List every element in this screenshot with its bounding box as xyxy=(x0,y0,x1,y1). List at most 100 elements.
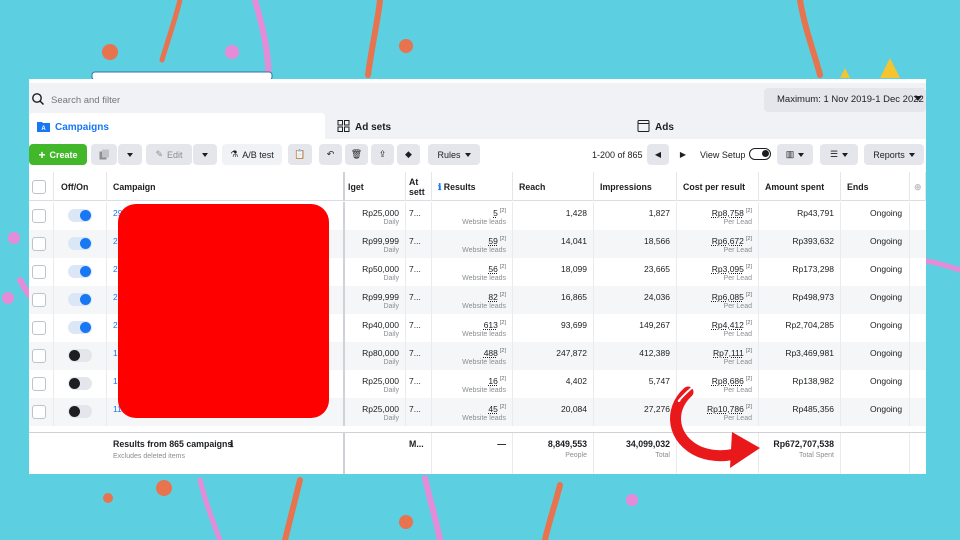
row-results-subtext: Website leads xyxy=(462,303,506,310)
export-button[interactable]: ⇪ xyxy=(371,144,394,165)
search-input[interactable] xyxy=(51,89,651,111)
campaign-toggle[interactable] xyxy=(68,349,92,362)
row-select-cell xyxy=(29,202,54,230)
footer-attribution-value: M... xyxy=(409,439,424,449)
add-column-button[interactable]: ⊕ xyxy=(910,172,926,201)
footnote-marker: [2] xyxy=(745,208,752,215)
row-ends-cell: Ongoing xyxy=(841,202,910,230)
footnote-marker: [2] xyxy=(745,264,752,271)
campaign-toggle[interactable] xyxy=(68,321,92,334)
row-select-cell xyxy=(29,258,54,286)
campaign-toggle[interactable] xyxy=(68,237,92,250)
table-header: Off/On Campaign lget At sett ℹ Results R… xyxy=(29,172,926,201)
column-header-reach[interactable]: Reach xyxy=(513,172,594,201)
column-header-label: Cost per result xyxy=(683,182,746,192)
duplicate-button[interactable] xyxy=(91,144,117,165)
chevron-down-icon xyxy=(914,96,922,101)
tag-button[interactable]: ◆ xyxy=(397,144,420,165)
column-header-attribution[interactable]: At sett xyxy=(406,172,432,201)
row-checkbox[interactable] xyxy=(32,349,46,363)
trash-icon: 🗑 xyxy=(350,149,363,159)
row-reach-value: 93,699 xyxy=(561,320,587,330)
column-header-budget[interactable]: lget xyxy=(345,172,406,201)
row-spent-value: Rp43,791 xyxy=(797,208,834,218)
pencil-icon: ✎ xyxy=(155,149,164,159)
footer-ends xyxy=(841,433,910,474)
column-header-results[interactable]: ℹ Results xyxy=(432,172,513,201)
row-cpr-value: Rp8,758 [2] xyxy=(712,208,752,218)
row-checkbox[interactable] xyxy=(32,377,46,391)
row-impressions-cell: 27,276 xyxy=(594,398,677,426)
delete-button[interactable]: 🗑 xyxy=(345,144,368,165)
rules-button[interactable]: Rules xyxy=(428,144,480,165)
row-toggle-cell xyxy=(54,230,107,258)
row-impressions-cell: 412,389 xyxy=(594,342,677,370)
column-header-cost-per-result[interactable]: Cost per result xyxy=(677,172,759,201)
row-results-subtext: Website leads xyxy=(462,359,506,366)
row-ends-cell: Ongoing xyxy=(841,370,910,398)
table-footer: Results from 865 campaigns ℹ Excludes de… xyxy=(29,432,926,474)
row-results-cell: 59 [2] Website leads xyxy=(432,230,513,258)
campaign-toggle[interactable] xyxy=(68,265,92,278)
date-range-picker[interactable]: Maximum: 1 Nov 2019-1 Dec 2022 xyxy=(764,88,926,112)
footnote-marker: [2] xyxy=(499,236,506,243)
column-header-impressions[interactable]: Impressions xyxy=(594,172,677,201)
campaign-toggle[interactable] xyxy=(68,209,92,222)
row-impressions-value: 27,276 xyxy=(644,404,670,414)
column-header-label: Reach xyxy=(519,182,546,192)
row-ends-value: Ongoing xyxy=(870,320,903,330)
row-select-cell xyxy=(29,398,54,426)
edit-button[interactable]: ✎ Edit xyxy=(146,144,192,165)
row-reach-value: 4,402 xyxy=(565,376,587,386)
row-checkbox[interactable] xyxy=(32,237,46,251)
breakdown-icon: ☰ xyxy=(829,149,839,159)
clipboard-button[interactable]: 📋 xyxy=(288,144,312,165)
settings-icon: ⊕ xyxy=(914,182,922,192)
create-button[interactable]: + Create xyxy=(29,144,87,165)
row-budget-value: Rp99,999 xyxy=(362,236,399,246)
breakdown-button[interactable]: ☰ xyxy=(820,144,858,165)
tab-ads[interactable]: Ads xyxy=(629,113,926,139)
row-checkbox[interactable] xyxy=(32,321,46,335)
column-header-label: Results xyxy=(443,182,476,192)
row-budget-value: Rp25,000 xyxy=(362,404,399,414)
row-cpr-text: Rp8,758 xyxy=(711,208,744,218)
column-header-label: Amount spent xyxy=(765,182,825,192)
row-reach-cell: 93,699 xyxy=(513,314,594,342)
create-button-label: Create xyxy=(49,149,78,160)
row-budget-cell: Rp80,000 Daily xyxy=(345,342,406,370)
row-ends-value: Ongoing xyxy=(870,236,903,246)
row-attr-value: 7... xyxy=(409,320,421,330)
ab-test-button[interactable]: ⚗ A/B test xyxy=(222,144,282,165)
column-header-off-on[interactable]: Off/On xyxy=(54,172,107,201)
previous-page-button[interactable]: ◀ xyxy=(647,144,669,165)
reports-button[interactable]: Reports xyxy=(864,144,924,165)
row-cpr-value: Rp8,686 [2] xyxy=(712,376,752,386)
row-checkbox[interactable] xyxy=(32,265,46,279)
row-cpr-value: Rp10,786 [2] xyxy=(707,404,752,414)
undo-button[interactable]: ↶ xyxy=(319,144,342,165)
campaign-toggle[interactable] xyxy=(68,377,92,390)
view-setup-toggle[interactable] xyxy=(749,148,771,160)
columns-button[interactable]: ▥ xyxy=(777,144,813,165)
column-header-amount-spent[interactable]: Amount spent xyxy=(759,172,841,201)
next-page-button[interactable]: ▶ xyxy=(672,144,694,165)
row-spent-value: Rp138,982 xyxy=(792,376,834,386)
select-all-checkbox[interactable] xyxy=(32,180,46,194)
row-checkbox[interactable] xyxy=(32,209,46,223)
row-toggle-cell xyxy=(54,286,107,314)
tab-ad-sets-label: Ad sets xyxy=(355,122,392,133)
tab-ad-sets[interactable]: Ad sets xyxy=(329,113,625,139)
duplicate-dropdown-button[interactable] xyxy=(118,144,142,165)
row-checkbox[interactable] xyxy=(32,405,46,419)
edit-dropdown-button[interactable] xyxy=(193,144,217,165)
campaign-toggle[interactable] xyxy=(68,293,92,306)
tab-campaigns[interactable]: A Campaigns xyxy=(29,113,325,139)
row-budget-value: Rp50,000 xyxy=(362,264,399,274)
row-results-subtext: Website leads xyxy=(462,331,506,338)
column-header-ends[interactable]: Ends xyxy=(841,172,910,201)
row-reach-value: 18,099 xyxy=(561,264,587,274)
column-header-campaign[interactable]: Campaign xyxy=(107,172,345,201)
row-checkbox[interactable] xyxy=(32,293,46,307)
campaign-toggle[interactable] xyxy=(68,405,92,418)
